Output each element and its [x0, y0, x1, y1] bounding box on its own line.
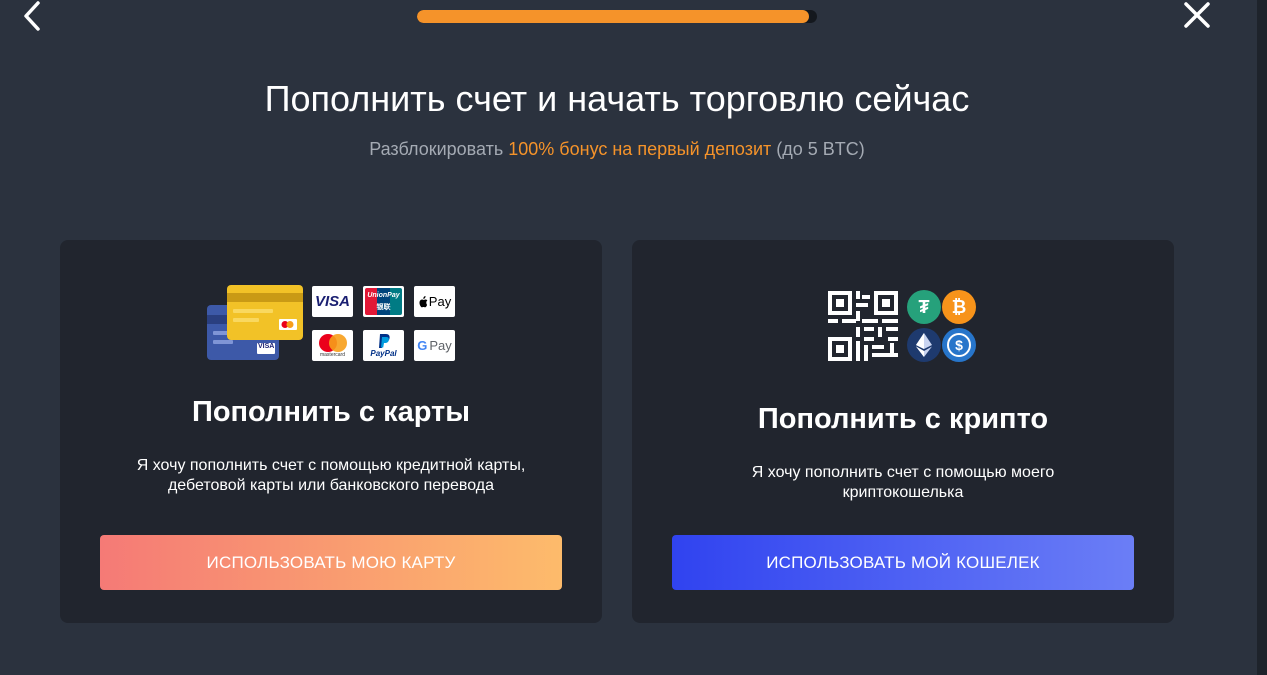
page-title: Пополнить счет и начать торговлю сейчас	[264, 78, 970, 119]
progress-bar	[417, 10, 817, 23]
apple-icon	[419, 295, 428, 307]
mastercard-logo: mastercard	[312, 330, 353, 361]
paypal-p-icon	[378, 334, 390, 348]
apple-pay-logo: Pay	[414, 286, 455, 317]
use-card-button[interactable]: ИСПОЛЬЗОВАТЬ МОЮ КАРТУ	[100, 535, 562, 590]
paypal-logo: PayPal	[363, 330, 404, 361]
credit-cards-icon	[207, 285, 303, 360]
unionpay-logo: UnionPay 银联	[363, 286, 404, 317]
visa-logo: VISA	[312, 286, 353, 317]
window-edge	[1257, 0, 1267, 675]
page-subtitle: Разблокировать 100% бонус на первый депо…	[0, 139, 1234, 160]
use-wallet-button[interactable]: ИСПОЛЬЗОВАТЬ МОЙ КОШЕЛЕК	[672, 535, 1134, 590]
google-g-icon: G	[417, 338, 428, 353]
usdc-icon: $	[942, 328, 976, 362]
ethereum-icon	[907, 328, 941, 362]
tether-icon: ₮	[907, 290, 941, 324]
subtitle-suffix: (до 5 BTC)	[771, 139, 865, 159]
progress-bar-fill	[417, 10, 809, 23]
close-button[interactable]	[1181, 0, 1213, 32]
close-icon	[1184, 2, 1210, 28]
google-pay-logo: G Pay	[414, 330, 455, 361]
qr-code-icon	[828, 291, 898, 361]
chevron-left-icon	[24, 1, 40, 31]
card-option-description: Я хочу пополнить счет с помощью кредитно…	[136, 457, 526, 494]
card-brand-label: VISA	[258, 343, 275, 350]
bonus-highlight: 100% бонус на первый депозит	[508, 139, 772, 159]
card-option-title: Пополнить с карты	[191, 396, 471, 428]
back-button[interactable]	[18, 0, 48, 34]
bitcoin-icon: ₿	[942, 290, 976, 324]
card-deposit-option: VISA VISA UnionPay 银联 Pay mastercard Pay…	[60, 240, 602, 623]
crypto-option-description: Я хочу пополнить счет с помощью моего кр…	[751, 464, 1055, 501]
crypto-option-title: Пополнить с крипто	[757, 403, 1049, 435]
crypto-deposit-option: ₮ ₿ $ Пополнить с крипто Я хочу пополнит…	[632, 240, 1174, 623]
mastercard-circles-icon	[318, 334, 347, 352]
subtitle-prefix: Разблокировать	[369, 139, 509, 159]
ethereum-diamond-icon	[916, 333, 932, 357]
